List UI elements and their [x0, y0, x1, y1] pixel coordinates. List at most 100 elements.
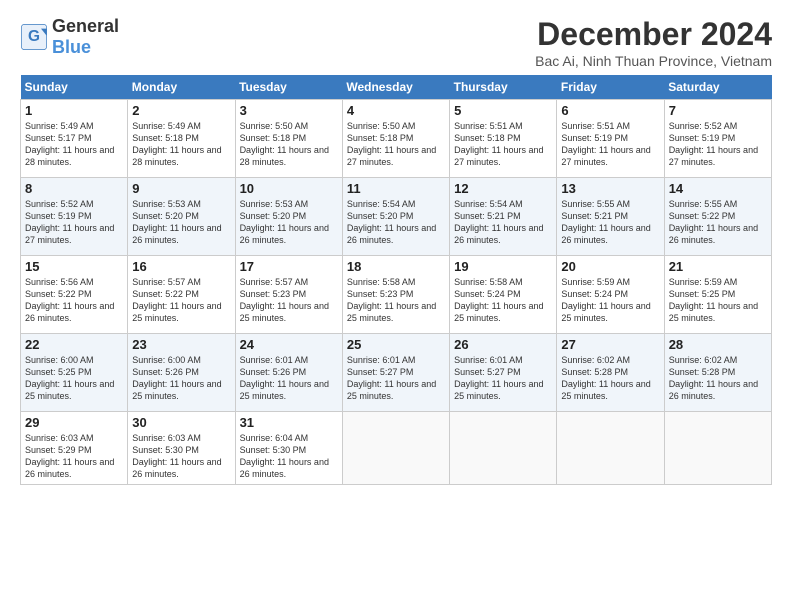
weekday-header-tuesday: Tuesday	[235, 75, 342, 100]
weekday-header-saturday: Saturday	[664, 75, 771, 100]
calendar-week-5: 29 Sunrise: 6:03 AM Sunset: 5:29 PM Dayl…	[21, 412, 772, 485]
calendar-day-9: 9 Sunrise: 5:53 AM Sunset: 5:20 PM Dayli…	[128, 178, 235, 256]
calendar-week-3: 15 Sunrise: 5:56 AM Sunset: 5:22 PM Dayl…	[21, 256, 772, 334]
day-number: 26	[454, 337, 552, 352]
empty-cell	[664, 412, 771, 485]
day-number: 17	[240, 259, 338, 274]
logo-icon: G	[20, 23, 48, 51]
calendar-day-24: 24 Sunrise: 6:01 AM Sunset: 5:26 PM Dayl…	[235, 334, 342, 412]
day-info: Sunrise: 5:51 AM Sunset: 5:19 PM Dayligh…	[561, 120, 659, 169]
calendar-day-10: 10 Sunrise: 5:53 AM Sunset: 5:20 PM Dayl…	[235, 178, 342, 256]
day-number: 19	[454, 259, 552, 274]
day-number: 8	[25, 181, 123, 196]
day-info: Sunrise: 6:00 AM Sunset: 5:26 PM Dayligh…	[132, 354, 230, 403]
empty-cell	[557, 412, 664, 485]
day-info: Sunrise: 5:52 AM Sunset: 5:19 PM Dayligh…	[669, 120, 767, 169]
calendar-day-13: 13 Sunrise: 5:55 AM Sunset: 5:21 PM Dayl…	[557, 178, 664, 256]
calendar-table: SundayMondayTuesdayWednesdayThursdayFrid…	[20, 75, 772, 485]
day-number: 27	[561, 337, 659, 352]
weekday-header-wednesday: Wednesday	[342, 75, 449, 100]
day-info: Sunrise: 5:55 AM Sunset: 5:21 PM Dayligh…	[561, 198, 659, 247]
weekday-header-sunday: Sunday	[21, 75, 128, 100]
day-number: 10	[240, 181, 338, 196]
calendar-day-18: 18 Sunrise: 5:58 AM Sunset: 5:23 PM Dayl…	[342, 256, 449, 334]
day-number: 22	[25, 337, 123, 352]
day-info: Sunrise: 6:03 AM Sunset: 5:29 PM Dayligh…	[25, 432, 123, 481]
empty-cell	[342, 412, 449, 485]
day-number: 3	[240, 103, 338, 118]
calendar-day-20: 20 Sunrise: 5:59 AM Sunset: 5:24 PM Dayl…	[557, 256, 664, 334]
calendar-day-31: 31 Sunrise: 6:04 AM Sunset: 5:30 PM Dayl…	[235, 412, 342, 485]
day-info: Sunrise: 6:03 AM Sunset: 5:30 PM Dayligh…	[132, 432, 230, 481]
logo: G General Blue	[20, 16, 119, 58]
day-info: Sunrise: 5:50 AM Sunset: 5:18 PM Dayligh…	[347, 120, 445, 169]
calendar-day-14: 14 Sunrise: 5:55 AM Sunset: 5:22 PM Dayl…	[664, 178, 771, 256]
day-number: 25	[347, 337, 445, 352]
title-area: December 2024 Bac Ai, Ninh Thuan Provinc…	[535, 16, 772, 69]
day-info: Sunrise: 5:53 AM Sunset: 5:20 PM Dayligh…	[240, 198, 338, 247]
calendar-day-19: 19 Sunrise: 5:58 AM Sunset: 5:24 PM Dayl…	[450, 256, 557, 334]
day-info: Sunrise: 6:00 AM Sunset: 5:25 PM Dayligh…	[25, 354, 123, 403]
calendar-day-1: 1 Sunrise: 5:49 AM Sunset: 5:17 PM Dayli…	[21, 100, 128, 178]
day-info: Sunrise: 5:54 AM Sunset: 5:20 PM Dayligh…	[347, 198, 445, 247]
day-info: Sunrise: 6:01 AM Sunset: 5:27 PM Dayligh…	[454, 354, 552, 403]
day-info: Sunrise: 5:53 AM Sunset: 5:20 PM Dayligh…	[132, 198, 230, 247]
day-info: Sunrise: 5:58 AM Sunset: 5:24 PM Dayligh…	[454, 276, 552, 325]
day-number: 23	[132, 337, 230, 352]
day-number: 18	[347, 259, 445, 274]
day-info: Sunrise: 5:49 AM Sunset: 5:17 PM Dayligh…	[25, 120, 123, 169]
day-number: 1	[25, 103, 123, 118]
day-info: Sunrise: 5:57 AM Sunset: 5:22 PM Dayligh…	[132, 276, 230, 325]
day-info: Sunrise: 5:54 AM Sunset: 5:21 PM Dayligh…	[454, 198, 552, 247]
empty-cell	[450, 412, 557, 485]
weekday-header-monday: Monday	[128, 75, 235, 100]
day-info: Sunrise: 6:01 AM Sunset: 5:27 PM Dayligh…	[347, 354, 445, 403]
day-info: Sunrise: 6:01 AM Sunset: 5:26 PM Dayligh…	[240, 354, 338, 403]
day-number: 21	[669, 259, 767, 274]
logo-general: General	[52, 16, 119, 36]
day-info: Sunrise: 6:04 AM Sunset: 5:30 PM Dayligh…	[240, 432, 338, 481]
calendar-day-29: 29 Sunrise: 6:03 AM Sunset: 5:29 PM Dayl…	[21, 412, 128, 485]
calendar-day-3: 3 Sunrise: 5:50 AM Sunset: 5:18 PM Dayli…	[235, 100, 342, 178]
day-number: 14	[669, 181, 767, 196]
day-info: Sunrise: 5:51 AM Sunset: 5:18 PM Dayligh…	[454, 120, 552, 169]
day-number: 13	[561, 181, 659, 196]
day-info: Sunrise: 5:59 AM Sunset: 5:25 PM Dayligh…	[669, 276, 767, 325]
day-number: 4	[347, 103, 445, 118]
day-number: 9	[132, 181, 230, 196]
day-info: Sunrise: 6:02 AM Sunset: 5:28 PM Dayligh…	[561, 354, 659, 403]
day-number: 20	[561, 259, 659, 274]
weekday-header-row: SundayMondayTuesdayWednesdayThursdayFrid…	[21, 75, 772, 100]
day-number: 30	[132, 415, 230, 430]
day-number: 31	[240, 415, 338, 430]
month-title: December 2024	[535, 16, 772, 53]
day-number: 12	[454, 181, 552, 196]
calendar-day-28: 28 Sunrise: 6:02 AM Sunset: 5:28 PM Dayl…	[664, 334, 771, 412]
day-number: 15	[25, 259, 123, 274]
logo-wordmark: General Blue	[52, 16, 119, 58]
calendar-week-1: 1 Sunrise: 5:49 AM Sunset: 5:17 PM Dayli…	[21, 100, 772, 178]
calendar-day-25: 25 Sunrise: 6:01 AM Sunset: 5:27 PM Dayl…	[342, 334, 449, 412]
day-number: 24	[240, 337, 338, 352]
day-number: 7	[669, 103, 767, 118]
day-number: 29	[25, 415, 123, 430]
day-info: Sunrise: 5:49 AM Sunset: 5:18 PM Dayligh…	[132, 120, 230, 169]
day-number: 5	[454, 103, 552, 118]
calendar-day-16: 16 Sunrise: 5:57 AM Sunset: 5:22 PM Dayl…	[128, 256, 235, 334]
calendar-day-5: 5 Sunrise: 5:51 AM Sunset: 5:18 PM Dayli…	[450, 100, 557, 178]
day-info: Sunrise: 6:02 AM Sunset: 5:28 PM Dayligh…	[669, 354, 767, 403]
day-number: 2	[132, 103, 230, 118]
calendar-day-23: 23 Sunrise: 6:00 AM Sunset: 5:26 PM Dayl…	[128, 334, 235, 412]
calendar-day-2: 2 Sunrise: 5:49 AM Sunset: 5:18 PM Dayli…	[128, 100, 235, 178]
day-info: Sunrise: 5:57 AM Sunset: 5:23 PM Dayligh…	[240, 276, 338, 325]
weekday-header-thursday: Thursday	[450, 75, 557, 100]
calendar-day-6: 6 Sunrise: 5:51 AM Sunset: 5:19 PM Dayli…	[557, 100, 664, 178]
calendar-day-12: 12 Sunrise: 5:54 AM Sunset: 5:21 PM Dayl…	[450, 178, 557, 256]
day-number: 28	[669, 337, 767, 352]
svg-text:G: G	[28, 28, 40, 45]
location-title: Bac Ai, Ninh Thuan Province, Vietnam	[535, 53, 772, 69]
day-info: Sunrise: 5:55 AM Sunset: 5:22 PM Dayligh…	[669, 198, 767, 247]
calendar-day-30: 30 Sunrise: 6:03 AM Sunset: 5:30 PM Dayl…	[128, 412, 235, 485]
day-number: 11	[347, 181, 445, 196]
day-info: Sunrise: 5:52 AM Sunset: 5:19 PM Dayligh…	[25, 198, 123, 247]
